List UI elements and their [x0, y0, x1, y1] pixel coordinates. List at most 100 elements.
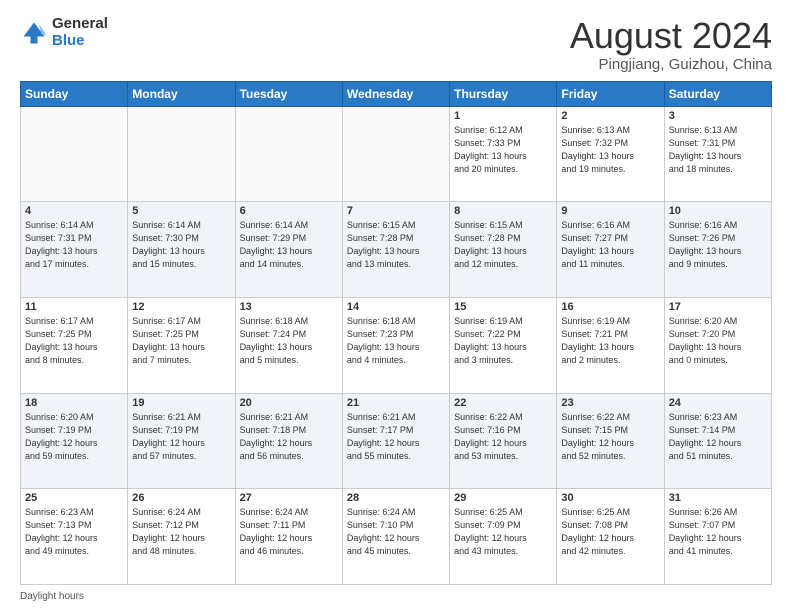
weekday-header-thursday: Thursday — [450, 81, 557, 106]
calendar-cell — [235, 106, 342, 202]
day-number: 4 — [25, 205, 123, 217]
day-number: 3 — [669, 110, 767, 122]
weekday-header-friday: Friday — [557, 81, 664, 106]
footer: Daylight hours — [20, 591, 772, 602]
day-number: 11 — [25, 301, 123, 313]
day-number: 28 — [347, 492, 445, 504]
calendar-cell: 17Sunrise: 6:20 AM Sunset: 7:20 PM Dayli… — [664, 297, 771, 393]
logo-blue-text: Blue — [52, 33, 108, 50]
day-info: Sunrise: 6:21 AM Sunset: 7:18 PM Dayligh… — [240, 411, 338, 463]
header: General Blue August 2024 Pingjiang, Guiz… — [20, 16, 772, 73]
logo-general-text: General — [52, 16, 108, 33]
calendar-cell: 22 Sunrise: 6:22 AM Sunset: 7:16 PM Dayli… — [450, 393, 557, 489]
week-row-1: 1Sunrise: 6:12 AM Sunset: 7:33 PM Daylig… — [21, 106, 772, 202]
day-number: 7 — [347, 205, 445, 217]
calendar-cell: 16Sunrise: 6:19 AM Sunset: 7:21 PM Dayli… — [557, 297, 664, 393]
weekday-header-row: SundayMondayTuesdayWednesdayThursdayFrid… — [21, 81, 772, 106]
weekday-header-tuesday: Tuesday — [235, 81, 342, 106]
day-info: Sunrise: 6:13 AM Sunset: 7:32 PM Dayligh… — [561, 124, 659, 176]
day-info: Sunrise: 6:18 AM Sunset: 7:23 PM Dayligh… — [347, 315, 445, 367]
calendar-cell: 5 Sunrise: 6:14 AM Sunset: 7:30 PM Daylig… — [128, 202, 235, 298]
location: Pingjiang, Guizhou, China — [570, 56, 772, 73]
day-info: Sunrise: 6:18 AM Sunset: 7:24 PM Dayligh… — [240, 315, 338, 367]
day-info: Sunrise: 6:22 AM Sunset: 7:16 PM Dayligh… — [454, 411, 552, 463]
calendar-cell: 27Sunrise: 6:24 AM Sunset: 7:11 PM Dayli… — [235, 489, 342, 585]
calendar-cell: 3 Sunrise: 6:13 AM Sunset: 7:31 PM Daylig… — [664, 106, 771, 202]
calendar-cell — [21, 106, 128, 202]
calendar-cell — [128, 106, 235, 202]
day-number: 26 — [132, 492, 230, 504]
calendar-cell: 21 Sunrise: 6:21 AM Sunset: 7:17 PM Dayli… — [342, 393, 449, 489]
day-info: Sunrise: 6:14 AM Sunset: 7:30 PM Dayligh… — [132, 219, 230, 271]
calendar-cell: 14 Sunrise: 6:18 AM Sunset: 7:23 PM Dayli… — [342, 297, 449, 393]
day-number: 8 — [454, 205, 552, 217]
calendar-cell: 4 Sunrise: 6:14 AM Sunset: 7:31 PM Daylig… — [21, 202, 128, 298]
page: General Blue August 2024 Pingjiang, Guiz… — [0, 0, 792, 612]
calendar-cell: 8 Sunrise: 6:15 AM Sunset: 7:28 PM Daylig… — [450, 202, 557, 298]
daylight-label: Daylight hours — [20, 591, 84, 602]
day-number: 24 — [669, 397, 767, 409]
day-number: 16 — [561, 301, 659, 313]
week-row-5: 25 Sunrise: 6:23 AM Sunset: 7:13 PM Dayli… — [21, 489, 772, 585]
day-info: Sunrise: 6:21 AM Sunset: 7:19 PM Dayligh… — [132, 411, 230, 463]
calendar-table: SundayMondayTuesdayWednesdayThursdayFrid… — [20, 81, 772, 585]
day-info: Sunrise: 6:20 AM Sunset: 7:19 PM Dayligh… — [25, 411, 123, 463]
day-info: Sunrise: 6:23 AM Sunset: 7:14 PM Dayligh… — [669, 411, 767, 463]
day-info: Sunrise: 6:19 AM Sunset: 7:22 PM Dayligh… — [454, 315, 552, 367]
day-number: 21 — [347, 397, 445, 409]
day-number: 20 — [240, 397, 338, 409]
logo: General Blue — [20, 16, 108, 49]
day-number: 23 — [561, 397, 659, 409]
calendar-cell: 7 Sunrise: 6:15 AM Sunset: 7:28 PM Daylig… — [342, 202, 449, 298]
calendar-cell: 23 Sunrise: 6:22 AM Sunset: 7:15 PM Dayli… — [557, 393, 664, 489]
calendar-cell: 13 Sunrise: 6:18 AM Sunset: 7:24 PM Dayli… — [235, 297, 342, 393]
day-number: 13 — [240, 301, 338, 313]
day-info: Sunrise: 6:21 AM Sunset: 7:17 PM Dayligh… — [347, 411, 445, 463]
day-info: Sunrise: 6:23 AM Sunset: 7:13 PM Dayligh… — [25, 506, 123, 558]
calendar-cell: 2 Sunrise: 6:13 AM Sunset: 7:32 PM Daylig… — [557, 106, 664, 202]
day-info: Sunrise: 6:22 AM Sunset: 7:15 PM Dayligh… — [561, 411, 659, 463]
calendar-cell: 11 Sunrise: 6:17 AM Sunset: 7:25 PM Dayli… — [21, 297, 128, 393]
day-number: 9 — [561, 205, 659, 217]
day-info: Sunrise: 6:24 AM Sunset: 7:10 PM Dayligh… — [347, 506, 445, 558]
week-row-3: 11 Sunrise: 6:17 AM Sunset: 7:25 PM Dayli… — [21, 297, 772, 393]
calendar-cell: 25 Sunrise: 6:23 AM Sunset: 7:13 PM Dayli… — [21, 489, 128, 585]
day-number: 15 — [454, 301, 552, 313]
weekday-header-saturday: Saturday — [664, 81, 771, 106]
day-number: 6 — [240, 205, 338, 217]
day-info: Sunrise: 6:25 AM Sunset: 7:08 PM Dayligh… — [561, 506, 659, 558]
calendar-cell: 6 Sunrise: 6:14 AM Sunset: 7:29 PM Daylig… — [235, 202, 342, 298]
day-number: 12 — [132, 301, 230, 313]
day-number: 30 — [561, 492, 659, 504]
day-number: 22 — [454, 397, 552, 409]
calendar-cell: 18Sunrise: 6:20 AM Sunset: 7:19 PM Dayli… — [21, 393, 128, 489]
day-info: Sunrise: 6:15 AM Sunset: 7:28 PM Dayligh… — [347, 219, 445, 271]
calendar-cell: 30 Sunrise: 6:25 AM Sunset: 7:08 PM Dayli… — [557, 489, 664, 585]
calendar-cell: 9Sunrise: 6:16 AM Sunset: 7:27 PM Daylig… — [557, 202, 664, 298]
calendar-cell — [342, 106, 449, 202]
day-number: 25 — [25, 492, 123, 504]
day-info: Sunrise: 6:16 AM Sunset: 7:26 PM Dayligh… — [669, 219, 767, 271]
day-number: 14 — [347, 301, 445, 313]
week-row-2: 4 Sunrise: 6:14 AM Sunset: 7:31 PM Daylig… — [21, 202, 772, 298]
calendar-cell: 24 Sunrise: 6:23 AM Sunset: 7:14 PM Dayli… — [664, 393, 771, 489]
title-block: August 2024 Pingjiang, Guizhou, China — [570, 16, 772, 73]
calendar-cell: 10Sunrise: 6:16 AM Sunset: 7:26 PM Dayli… — [664, 202, 771, 298]
day-number: 27 — [240, 492, 338, 504]
day-info: Sunrise: 6:14 AM Sunset: 7:29 PM Dayligh… — [240, 219, 338, 271]
day-info: Sunrise: 6:14 AM Sunset: 7:31 PM Dayligh… — [25, 219, 123, 271]
day-number: 31 — [669, 492, 767, 504]
calendar-cell: 19Sunrise: 6:21 AM Sunset: 7:19 PM Dayli… — [128, 393, 235, 489]
day-number: 5 — [132, 205, 230, 217]
weekday-header-monday: Monday — [128, 81, 235, 106]
day-info: Sunrise: 6:17 AM Sunset: 7:25 PM Dayligh… — [25, 315, 123, 367]
day-info: Sunrise: 6:15 AM Sunset: 7:28 PM Dayligh… — [454, 219, 552, 271]
day-info: Sunrise: 6:25 AM Sunset: 7:09 PM Dayligh… — [454, 506, 552, 558]
calendar-cell: 12 Sunrise: 6:17 AM Sunset: 7:25 PM Dayli… — [128, 297, 235, 393]
calendar-cell: 26Sunrise: 6:24 AM Sunset: 7:12 PM Dayli… — [128, 489, 235, 585]
day-info: Sunrise: 6:26 AM Sunset: 7:07 PM Dayligh… — [669, 506, 767, 558]
day-info: Sunrise: 6:17 AM Sunset: 7:25 PM Dayligh… — [132, 315, 230, 367]
day-info: Sunrise: 6:13 AM Sunset: 7:31 PM Dayligh… — [669, 124, 767, 176]
day-number: 2 — [561, 110, 659, 122]
logo-icon — [20, 19, 48, 47]
